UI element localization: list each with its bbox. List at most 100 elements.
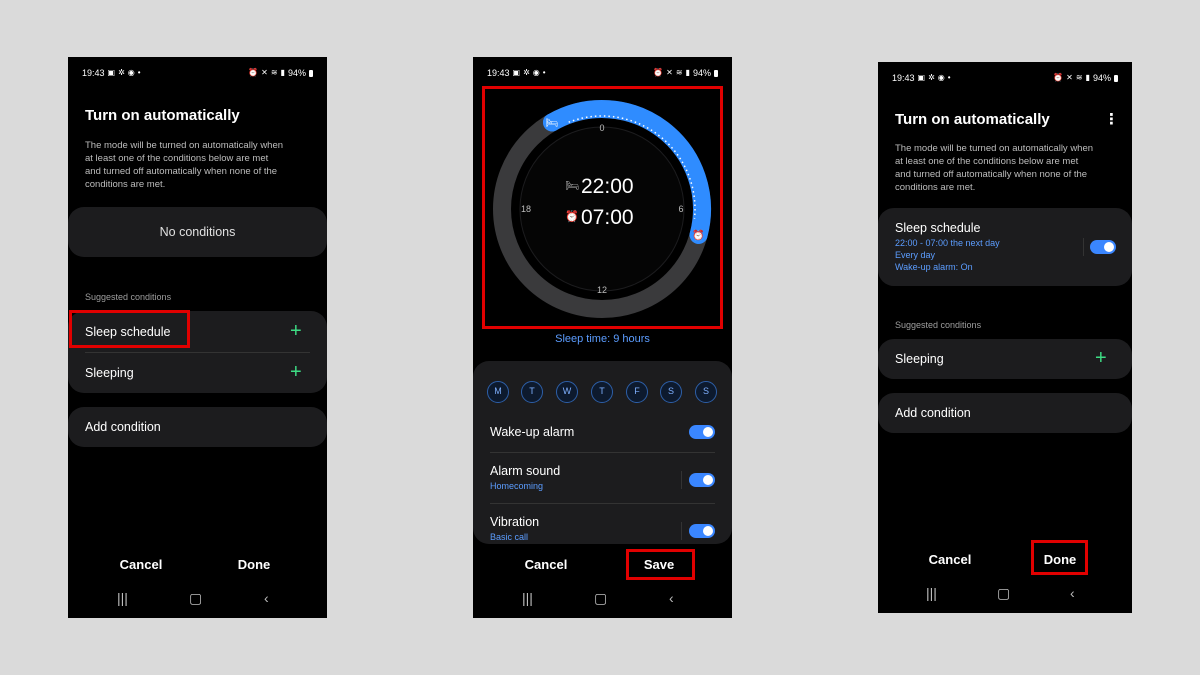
home-icon[interactable]: ▢ (594, 590, 607, 606)
status-time: 19:43 (82, 68, 105, 78)
settings-card: M T W T F S S Wake-up alarm Alarm sound … (473, 361, 732, 544)
day-wednesday[interactable]: W (556, 381, 578, 403)
day-monday[interactable]: M (487, 381, 509, 403)
add-icon[interactable]: + (1095, 348, 1107, 368)
navigation-bar: ||| ▢ ‹ (68, 590, 327, 606)
battery-percent: 94% (287, 68, 306, 78)
status-bar: 19:43 ▣ ✲ ◉ • ⏰ ✕ ≋ ▮ 94% (487, 67, 718, 79)
description: The mode will be turned on automatically… (895, 143, 1094, 193)
signal-icon: ▮ (685, 68, 690, 77)
status-bar: 19:43 ▣ ✲ ◉ • ⏰ ✕ ≋ ▮ 94% (892, 72, 1118, 84)
done-button[interactable]: Done (214, 557, 294, 572)
day-friday[interactable]: F (626, 381, 648, 403)
sleep-schedule-toggle[interactable] (1090, 240, 1116, 254)
suggested-conditions-label: Suggested conditions (85, 292, 172, 302)
sync-icon: ◉ (937, 73, 945, 82)
cancel-button[interactable]: Cancel (101, 557, 181, 572)
toggle-separator (1083, 238, 1084, 256)
recents-icon[interactable]: ||| (117, 590, 128, 606)
settings-icon: ✲ (523, 68, 530, 77)
highlight-box (626, 549, 695, 580)
wifi-icon: ≋ (1075, 73, 1083, 82)
highlight-box (482, 86, 723, 329)
day-thursday[interactable]: T (591, 381, 613, 403)
add-condition-button[interactable]: Add condition (878, 393, 1132, 433)
day-tuesday[interactable]: T (521, 381, 543, 403)
sleep-schedule-card[interactable]: Sleep schedule 22:00 - 07:00 the next da… (878, 208, 1132, 286)
wake-up-alarm-toggle[interactable] (689, 425, 715, 439)
add-condition-label: Add condition (85, 420, 161, 434)
vibration-value: Basic call (490, 532, 529, 542)
signal-icon: ▮ (280, 68, 285, 77)
back-icon[interactable]: ‹ (264, 590, 269, 606)
highlight-box (1031, 540, 1088, 575)
condition-sleeping[interactable]: Sleeping + (878, 339, 1132, 379)
cancel-button[interactable]: Cancel (910, 552, 990, 567)
condition-label: Sleeping (85, 366, 134, 380)
recents-icon[interactable]: ||| (926, 585, 937, 601)
alarm-icon: ⏰ (653, 68, 664, 77)
toggle-separator (681, 471, 682, 489)
status-bar: 19:43 ▣ ✲ ◉ • ⏰ ✕ ≋ ▮ 94% (82, 67, 313, 79)
battery-percent: 94% (1092, 73, 1111, 83)
gallery-icon: ▣ (917, 73, 926, 82)
dot-icon: • (137, 68, 141, 77)
status-time: 19:43 (487, 68, 510, 78)
dot-icon: • (947, 73, 951, 82)
home-icon[interactable]: ▢ (997, 585, 1010, 601)
highlight-box (69, 310, 190, 348)
divider (490, 452, 715, 453)
day-sunday[interactable]: S (695, 381, 717, 403)
add-icon[interactable]: + (290, 362, 302, 382)
no-conditions-card: No conditions (68, 207, 327, 257)
wifi-icon: ≋ (270, 68, 278, 77)
schedule-alarm: Wake-up alarm: On (895, 262, 973, 272)
sleep-time-label: Sleep time: 9 hours (555, 333, 650, 345)
gallery-icon: ▣ (107, 68, 116, 77)
home-icon[interactable]: ▢ (189, 590, 202, 606)
battery-percent: 94% (692, 68, 711, 78)
navigation-bar: ||| ▢ ‹ (878, 585, 1132, 601)
wake-up-alarm-label: Wake-up alarm (490, 425, 575, 439)
schedule-repeat: Every day (895, 250, 936, 260)
battery-icon (1114, 74, 1118, 82)
sync-icon: ◉ (532, 68, 540, 77)
add-icon[interactable]: + (290, 321, 302, 341)
navigation-bar: ||| ▢ ‹ (473, 590, 732, 606)
dot-icon: • (542, 68, 546, 77)
alarm-sound-toggle[interactable] (689, 473, 715, 487)
suggested-conditions-label: Suggested conditions (895, 320, 982, 330)
back-icon[interactable]: ‹ (1070, 585, 1075, 601)
alarm-sound-label[interactable]: Alarm sound (490, 464, 560, 478)
cancel-button[interactable]: Cancel (506, 557, 586, 572)
phone-screen-2: 19:43 ▣ ✲ ◉ • ⏰ ✕ ≋ ▮ 94% 🛏 ⏰ 0 6 12 18 … (473, 57, 732, 618)
page-title: Turn on automatically (85, 107, 240, 124)
alarm-sound-value: Homecoming (490, 481, 544, 491)
vibration-toggle[interactable] (689, 524, 715, 538)
add-condition-label: Add condition (895, 406, 971, 420)
sync-icon: ◉ (127, 68, 135, 77)
battery-icon (309, 69, 313, 77)
alarm-icon: ⏰ (248, 68, 259, 77)
condition-sleeping[interactable]: Sleeping + (68, 352, 327, 393)
day-saturday[interactable]: S (660, 381, 682, 403)
back-icon[interactable]: ‹ (669, 590, 674, 606)
battery-icon (714, 69, 718, 77)
add-condition-button[interactable]: Add condition (68, 407, 327, 447)
phone-screen-1: 19:43 ▣ ✲ ◉ • ⏰ ✕ ≋ ▮ 94% Turn on automa… (68, 57, 327, 618)
mute-icon: ✕ (1066, 73, 1073, 82)
more-vert-icon[interactable]: ⋮ (1104, 110, 1119, 128)
condition-label: Sleeping (895, 352, 944, 366)
wifi-icon: ≋ (675, 68, 683, 77)
toggle-separator (681, 522, 682, 540)
signal-icon: ▮ (1085, 73, 1090, 82)
gallery-icon: ▣ (512, 68, 521, 77)
alarm-icon: ⏰ (1053, 73, 1064, 82)
schedule-time: 22:00 - 07:00 the next day (895, 238, 1000, 248)
settings-icon: ✲ (118, 68, 125, 77)
recents-icon[interactable]: ||| (522, 590, 533, 606)
sleep-schedule-label: Sleep schedule (895, 221, 981, 235)
settings-icon: ✲ (928, 73, 935, 82)
vibration-label[interactable]: Vibration (490, 515, 539, 529)
mute-icon: ✕ (261, 68, 268, 77)
